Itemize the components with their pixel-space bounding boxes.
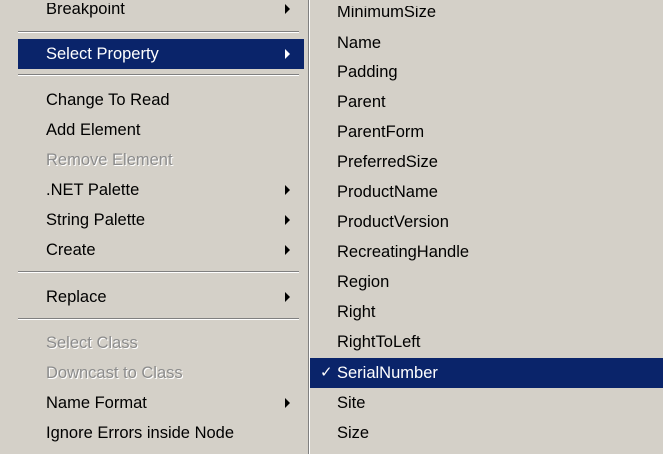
menu-item-ignore-errors-inside-node[interactable]: Ignore Errors inside Node: [18, 418, 304, 448]
submenu-item-productversion[interactable]: ProductVersion: [310, 207, 663, 237]
menu-separator: [18, 271, 299, 273]
menu-item-downcast-to-class: Downcast to Class: [18, 358, 304, 388]
submenu-item-name[interactable]: Name: [310, 28, 663, 58]
menu-item-label: .NET Palette: [46, 181, 140, 199]
menu-item-breakpoint[interactable]: Breakpoint: [18, 0, 304, 24]
submenu-item-size[interactable]: Size: [310, 418, 663, 448]
menu-item-label: Remove Element: [46, 151, 173, 169]
menu-item-add-element[interactable]: Add Element: [18, 115, 304, 145]
submenu-item-label: Site: [337, 394, 366, 412]
submenu-item-minimumsize[interactable]: MinimumSize: [310, 3, 663, 27]
submenu-arrow-icon: [285, 49, 290, 59]
submenu-item-label: Region: [337, 273, 390, 291]
menu-item-replace[interactable]: Replace: [18, 282, 304, 312]
submenu-item-label: MinimumSize: [337, 3, 437, 21]
checkmark-icon: ✓: [320, 364, 333, 381]
submenu-arrow-icon: [285, 292, 290, 302]
submenu-item-region[interactable]: Region: [310, 267, 663, 297]
submenu-item-label: Size: [337, 424, 370, 442]
submenu-item-label: RightToLeft: [337, 333, 421, 351]
submenu-item-label: Parent: [337, 93, 386, 111]
submenu-item-label: Name: [337, 34, 382, 52]
submenu-item-label: Padding: [337, 63, 398, 81]
submenu-item-parent[interactable]: Parent: [310, 87, 663, 117]
submenu-item-label: ProductName: [337, 183, 438, 201]
submenu-arrow-icon: [285, 4, 290, 14]
menu-item-label: Ignore Errors inside Node: [46, 424, 235, 442]
submenu-item-padding[interactable]: Padding: [310, 57, 663, 87]
submenu-item-serialnumber[interactable]: ✓ SerialNumber: [310, 358, 663, 388]
menu-item-label: Select Class: [46, 334, 138, 352]
menu-item-string-palette[interactable]: String Palette: [18, 205, 304, 235]
menu-item-label: Breakpoint: [46, 0, 125, 18]
menu-item-label: Name Format: [46, 394, 147, 412]
menu-item-net-palette[interactable]: .NET Palette: [18, 175, 304, 205]
submenu-item-label: ParentForm: [337, 123, 425, 141]
submenu-item-label: PreferredSize: [337, 153, 438, 171]
menu-item-label: Downcast to Class: [46, 364, 183, 382]
submenu-arrow-icon: [285, 185, 290, 195]
menu-item-label: Change To Read: [46, 91, 170, 109]
submenu-item-label: RecreatingHandle: [337, 243, 470, 261]
submenu-item-productname[interactable]: ProductName: [310, 177, 663, 207]
submenu-arrow-icon: [285, 245, 290, 255]
menu-separator: [18, 318, 299, 320]
submenu-item-right[interactable]: Right: [310, 297, 663, 327]
submenu-item-label: Right: [337, 303, 376, 321]
menu-item-label: Create: [46, 241, 96, 259]
menu-separator: [18, 74, 299, 76]
submenu-item-label: SerialNumber: [337, 364, 438, 382]
menu-item-label: Select Property: [46, 45, 159, 63]
submenu-item-preferredsize[interactable]: PreferredSize: [310, 147, 663, 177]
submenu-item-righttoleft[interactable]: RightToLeft: [310, 327, 663, 357]
menu-item-select-property[interactable]: Select Property: [18, 39, 304, 69]
menu-item-label: Add Element: [46, 121, 141, 139]
submenu-item-parentform[interactable]: ParentForm: [310, 117, 663, 147]
menu-item-change-to-read[interactable]: Change To Read: [18, 85, 304, 115]
submenu-item-site[interactable]: Site: [310, 388, 663, 418]
menu-item-label: Replace: [46, 288, 107, 306]
menu-item-name-format[interactable]: Name Format: [18, 388, 304, 418]
menu-separator: [18, 31, 299, 33]
submenu-item-label: ProductVersion: [337, 213, 449, 231]
submenu-arrow-icon: [285, 215, 290, 225]
menu-item-remove-element: Remove Element: [18, 145, 304, 175]
context-menu: Breakpoint Select Property Change To Rea…: [0, 0, 309, 454]
menu-item-select-class: Select Class: [18, 328, 304, 358]
submenu-arrow-icon: [285, 398, 290, 408]
menu-item-create[interactable]: Create: [18, 235, 304, 265]
property-submenu: MinimumSize Name Padding Parent ParentFo…: [309, 0, 663, 454]
menu-item-label: String Palette: [46, 211, 146, 229]
submenu-item-recreatinghandle[interactable]: RecreatingHandle: [310, 237, 663, 267]
